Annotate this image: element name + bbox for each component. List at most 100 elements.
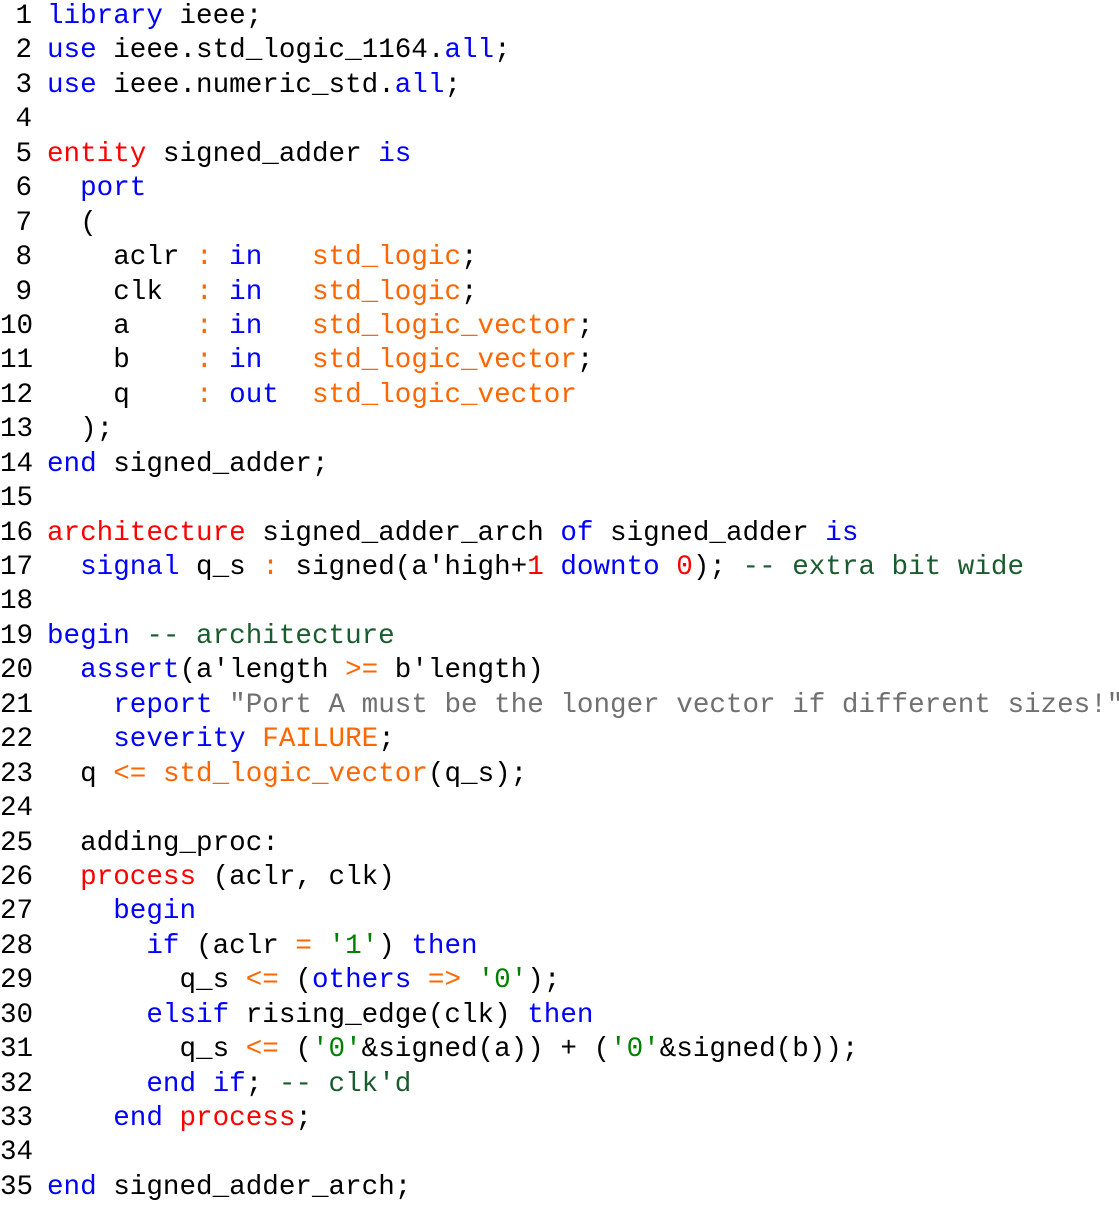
operator: : <box>196 379 213 411</box>
keyword: in <box>229 242 263 274</box>
line-number: 1 <box>15 1 32 32</box>
code-text: ; <box>245 1068 279 1100</box>
line-number: 25 <box>0 827 34 859</box>
line-content: process (aclr, clk) <box>47 861 1119 895</box>
type-name: std_logic_vector <box>162 758 428 790</box>
code-text: b <box>47 345 197 377</box>
code-text: ; <box>461 242 478 274</box>
line-content <box>47 1136 1119 1170</box>
line-content: assert(a'length >= b'length) <box>47 654 1119 688</box>
char-literal: '0' <box>477 965 528 997</box>
code-line: 2 use ieee.std_logic_1164.all; <box>0 34 1119 68</box>
code-text: ( <box>278 1034 312 1066</box>
keyword: if <box>212 1068 246 1100</box>
line-content <box>47 103 1119 137</box>
operator: = <box>295 930 312 962</box>
line-content: if (aclr = '1') then <box>47 930 1119 964</box>
operator: <= <box>245 965 279 997</box>
keyword: in <box>229 345 263 377</box>
code-text: aclr <box>47 242 197 274</box>
code-text: adding_proc: <box>47 827 279 859</box>
code-text: signed_adder <box>146 138 379 170</box>
line-number: 9 <box>15 276 32 308</box>
keyword: in <box>229 310 263 342</box>
code-line: 31 q_s <= ('0'&signed(a)) + ('0'&signed(… <box>0 1033 1119 1067</box>
line-content: use ieee.numeric_std.all; <box>47 69 1119 103</box>
line-number: 31 <box>0 1034 34 1066</box>
code-editor[interactable]: 1 library ieee; 2 use ieee.std_logic_1164.a… <box>0 0 1119 1205</box>
code-text: (aclr, clk) <box>196 861 395 893</box>
code-text: signed_adder; <box>96 448 329 480</box>
code-text: (a'length <box>179 655 346 687</box>
comment: -- extra bit wide <box>742 552 1025 583</box>
code-text: a <box>47 310 197 342</box>
code-line: 29 q_s <= (others => '0'); <box>0 964 1119 998</box>
line-number: 14 <box>0 448 34 480</box>
line-content: end if; -- clk'd <box>47 1068 1119 1102</box>
line-number: 19 <box>0 620 34 652</box>
line-number: 27 <box>0 896 34 928</box>
line-content: use ieee.std_logic_1164.all; <box>47 34 1119 68</box>
line-content: q <= std_logic_vector(q_s); <box>47 758 1119 792</box>
code-text: clk <box>47 276 197 308</box>
line-number: 28 <box>0 930 34 962</box>
line-number: 26 <box>0 861 34 893</box>
line-number: 11 <box>0 345 34 377</box>
keyword: begin <box>113 896 197 928</box>
code-line: 13 ); <box>0 413 1119 447</box>
code-text: &signed(b)); <box>659 1034 859 1066</box>
line-content: entity signed_adder is <box>47 138 1119 172</box>
operator: <= <box>113 758 147 790</box>
line-number: 8 <box>15 242 32 274</box>
line-content: end process; <box>47 1102 1119 1136</box>
keyword: assert <box>80 655 180 687</box>
number-literal: 0 <box>676 552 693 583</box>
line-number: 22 <box>0 724 34 756</box>
keyword: end <box>47 448 97 480</box>
code-text: ieee.numeric_std. <box>96 69 395 101</box>
code-line: 27 begin <box>0 895 1119 929</box>
code-line: 28 if (aclr = '1') then <box>0 930 1119 964</box>
line-number: 18 <box>0 586 34 618</box>
operator: => <box>427 965 462 997</box>
code-text: ); <box>692 552 743 583</box>
line-number: 29 <box>0 965 34 997</box>
keyword: use <box>47 35 97 67</box>
code-line: 9 clk : in std_logic; <box>0 276 1119 310</box>
code-line: 3 use ieee.numeric_std.all; <box>0 69 1119 103</box>
keyword: severity <box>113 724 246 756</box>
keyword: is <box>378 138 412 170</box>
code-line: 7 ( <box>0 207 1119 241</box>
char-literal: '1' <box>328 930 379 962</box>
design-unit-keyword: process <box>80 861 197 893</box>
keyword: in <box>229 276 263 308</box>
line-number: 33 <box>0 1103 34 1134</box>
line-number: 17 <box>0 552 34 583</box>
code-line: 25 adding_proc: <box>0 827 1119 861</box>
line-content: elsif rising_edge(clk) then <box>47 999 1119 1033</box>
code-line: 17 signal q_s : signed(a'high+1 downto 0… <box>0 551 1119 585</box>
keyword: elsif <box>146 999 230 1031</box>
line-content: severity FAILURE; <box>47 723 1119 757</box>
code-line: 23 q <= std_logic_vector(q_s); <box>0 758 1119 792</box>
code-text: ieee.std_logic_1164. <box>96 35 445 67</box>
code-line: 8 aclr : in std_logic; <box>0 241 1119 275</box>
keyword: report <box>113 689 213 721</box>
line-content: clk : in std_logic; <box>47 276 1119 310</box>
line-number: 3 <box>15 69 32 101</box>
code-text: signed_adder <box>593 517 826 549</box>
keyword: of <box>560 517 594 549</box>
